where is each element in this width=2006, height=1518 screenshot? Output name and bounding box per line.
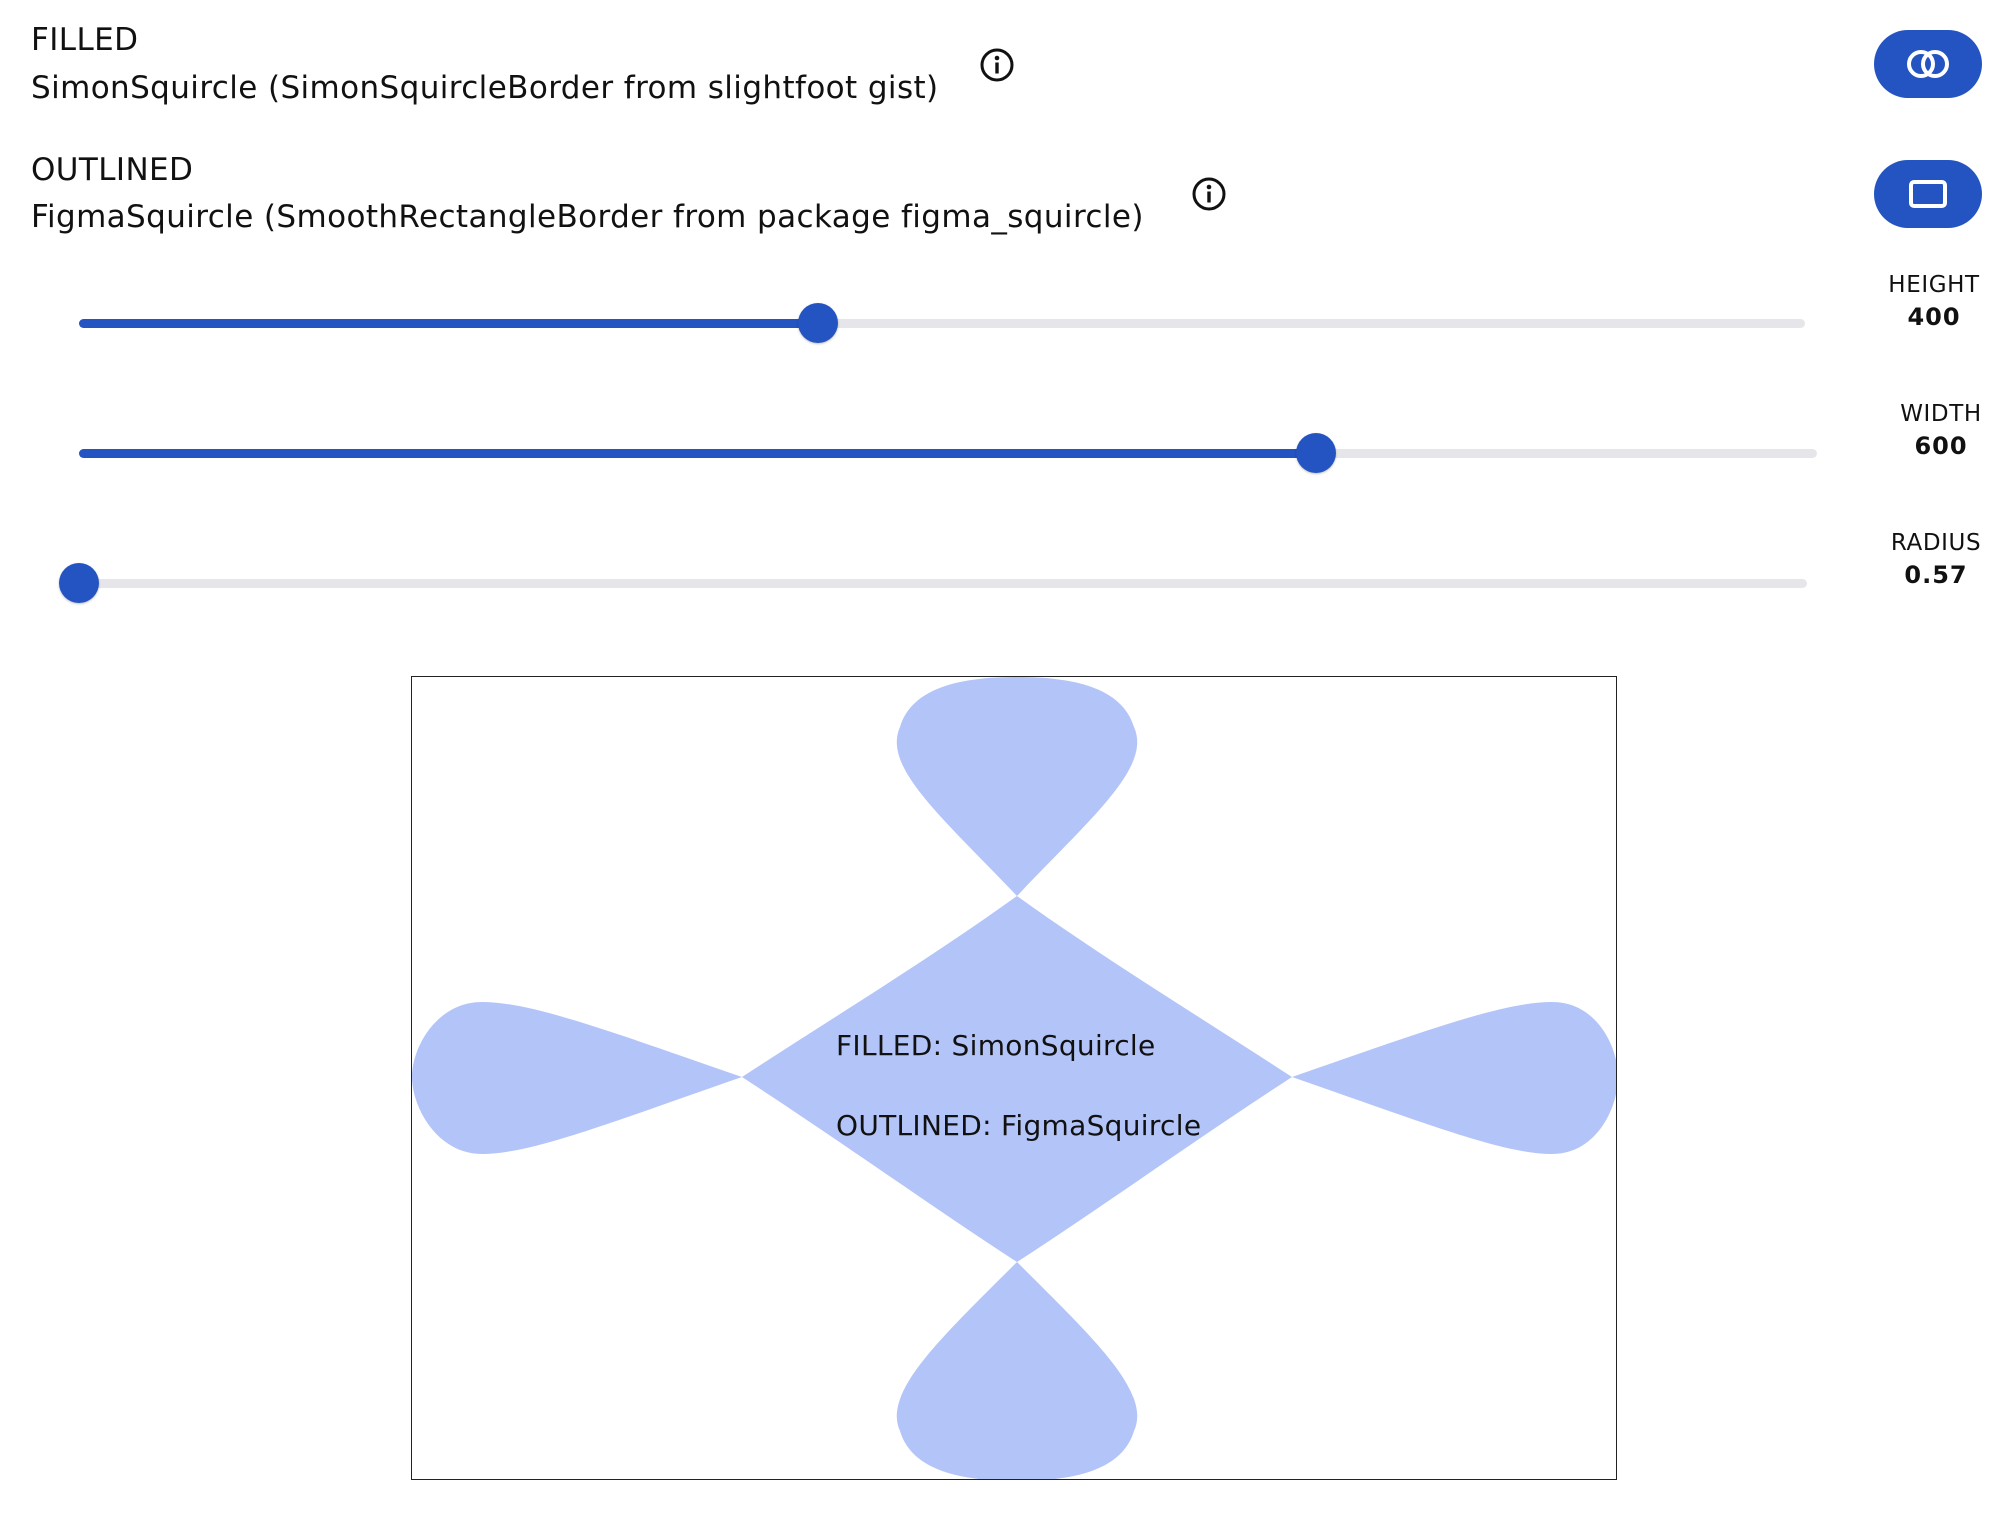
outlined-description: FigmaSquircle (SmoothRectangleBorder fro…: [31, 199, 1144, 235]
height-slider-fill: [79, 319, 818, 328]
width-label: WIDTH: [1900, 401, 1982, 427]
radius-slider-thumb[interactable]: [59, 563, 99, 603]
height-slider[interactable]: [79, 301, 1805, 345]
filled-description: SimonSquircle (SimonSquircleBorder from …: [31, 70, 939, 106]
squircle-shape: [412, 677, 1616, 1479]
outlined-style-button[interactable]: [1874, 160, 1982, 228]
radius-slider[interactable]: [59, 561, 1807, 605]
width-slider[interactable]: [79, 431, 1817, 475]
filled-heading: FILLED: [31, 22, 139, 58]
radius-label: RADIUS: [1890, 530, 1982, 556]
radius-value: 0.57: [1904, 561, 1968, 589]
filled-style-button[interactable]: [1874, 30, 1982, 98]
radius-slider-track[interactable]: [79, 579, 1807, 588]
width-readout: WIDTH 600: [1871, 399, 2006, 463]
filled-shape-label: FILLED: SimonSquircle: [836, 1029, 1156, 1062]
outlined-shape-label: OUTLINED: FigmaSquircle: [836, 1109, 1202, 1142]
info-icon[interactable]: [979, 47, 1015, 83]
outlined-heading: OUTLINED: [31, 152, 194, 188]
height-slider-thumb[interactable]: [797, 303, 838, 343]
height-readout: HEIGHT 400: [1864, 270, 2004, 334]
width-slider-thumb[interactable]: [1296, 433, 1337, 473]
height-value: 400: [1907, 303, 1961, 331]
info-icon[interactable]: [1191, 176, 1227, 212]
preview-canvas: FILLED: SimonSquircle OUTLINED: FigmaSqu…: [411, 676, 1617, 1480]
radius-readout: RADIUS 0.57: [1866, 528, 2006, 592]
width-slider-fill: [79, 449, 1317, 458]
width-value: 600: [1914, 432, 1968, 460]
height-label: HEIGHT: [1888, 272, 1980, 298]
rounded-rect-icon: [1909, 180, 1947, 208]
overlap-circles-icon: [1907, 50, 1949, 78]
